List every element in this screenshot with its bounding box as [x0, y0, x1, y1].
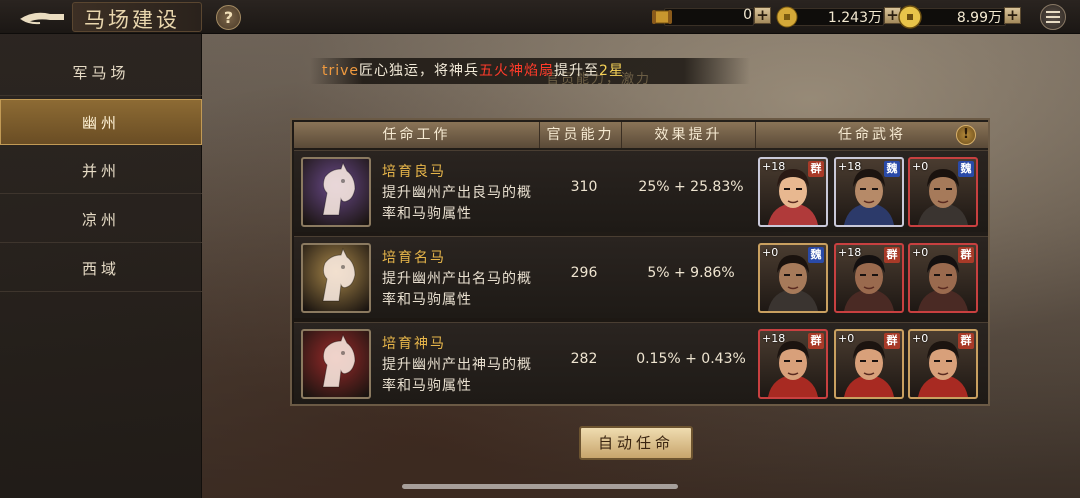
faction-badge: 魏: [808, 247, 824, 263]
region-sidebar: 军马场 幽州 并州 凉州 西域: [0, 34, 202, 498]
menu-icon: [1046, 11, 1060, 23]
task-description: 提升幽州产出神马的概率和马驹属性: [382, 357, 532, 394]
official-ability-value: 296: [570, 265, 598, 281]
table-row: 培育良马提升幽州产出良马的概率和马驹属性 310 25% + 25.83% +18 群: [294, 150, 988, 232]
resource-copper: 1.243万 +: [776, 6, 901, 28]
horse-tile: [301, 157, 371, 227]
general-portrait[interactable]: +0 魏: [758, 243, 828, 313]
official-ability-value: 310: [570, 179, 598, 195]
effect-boost-value: 5% + 9.86%: [647, 265, 735, 281]
table-row: 培育名马提升幽州产出名马的概率和马驹属性 296 5% + 9.86% +0 魏: [294, 236, 988, 318]
horse-tile: [301, 243, 371, 313]
sidebar-item-bingzhou[interactable]: 并州: [0, 148, 202, 194]
gold-amount: 8.99万: [956, 10, 1002, 26]
general-portrait[interactable]: +18 群: [758, 157, 828, 227]
general-level-badge: +0: [762, 246, 779, 259]
back-arrow-icon: [20, 12, 64, 25]
task-name: 培育良马: [382, 164, 446, 180]
task-name: 培育神马: [382, 336, 446, 352]
announcement-text: trive匠心独运，将神兵五火神焰扇提升至2星: [322, 63, 624, 79]
faction-badge: 群: [884, 333, 900, 349]
general-level-badge: +0: [912, 246, 929, 259]
menu-button[interactable]: [1040, 4, 1066, 30]
effect-boost-value: 25% + 25.83%: [638, 179, 744, 195]
sidebar-item-youzhou[interactable]: 幽州: [0, 99, 202, 145]
general-portrait[interactable]: +0 群: [908, 329, 978, 399]
resource-scroll: 0 +: [650, 6, 771, 28]
general-level-badge: +18: [762, 160, 786, 173]
horse-head-icon: [322, 333, 356, 388]
info-warning-icon[interactable]: !: [956, 125, 976, 145]
resource-gold: 8.99万 +: [898, 5, 1022, 29]
faction-badge: 群: [958, 247, 974, 263]
horse-tile: [301, 329, 371, 399]
scroll-amount: 0: [743, 7, 752, 23]
add-scroll-button[interactable]: +: [754, 7, 771, 24]
home-indicator: [402, 484, 678, 489]
faction-badge: 魏: [958, 161, 974, 177]
official-ability-value: 282: [570, 351, 598, 367]
sidebar-item-xiyu[interactable]: 西域: [0, 246, 202, 292]
sidebar-item-army-ranch[interactable]: 军马场: [0, 50, 202, 96]
top-bar: 马场建设 ? 0 + 1.243万 + 8.99万 +: [0, 0, 1080, 34]
horse-head-icon: [322, 247, 356, 302]
auto-appoint-button[interactable]: 自动任命: [579, 426, 693, 460]
table-header: 任命工作 官员能力 效果提升 任命武将 !: [294, 122, 988, 148]
header-task: 任命工作: [294, 122, 540, 148]
help-button[interactable]: ?: [216, 5, 241, 30]
page-title: 马场建设: [84, 8, 180, 32]
general-portrait[interactable]: +0 魏: [908, 157, 978, 227]
announcement-item: 五火神焰扇: [479, 63, 555, 79]
appointment-table: 任命工作 官员能力 效果提升 任命武将 ! 培育良马提升幽州产出良马的概率和马驹…: [290, 118, 990, 406]
general-level-badge: +18: [838, 160, 862, 173]
scroll-icon: [652, 10, 672, 24]
general-level-badge: +18: [838, 246, 862, 259]
faction-badge: 群: [808, 161, 824, 177]
header-ability: 官员能力: [540, 122, 622, 148]
announcement-player: trive: [322, 63, 360, 79]
general-portrait[interactable]: +18 魏: [834, 157, 904, 227]
back-button[interactable]: [14, 4, 70, 30]
task-description: 提升幽州产出良马的概率和马驹属性: [382, 185, 532, 222]
effect-boost-value: 0.15% + 0.43%: [636, 351, 746, 367]
header-effect: 效果提升: [622, 122, 756, 148]
general-level-badge: +0: [912, 332, 929, 345]
faction-badge: 群: [884, 247, 900, 263]
faction-badge: 群: [958, 333, 974, 349]
task-name: 培育名马: [382, 250, 446, 266]
header-generals: 任命武将: [838, 127, 906, 143]
faction-badge: 群: [808, 333, 824, 349]
general-portrait[interactable]: +0 群: [908, 243, 978, 313]
faction-badge: 魏: [884, 161, 900, 177]
table-row: 培育神马提升幽州产出神马的概率和马驹属性 282 0.15% + 0.43% +18…: [294, 322, 988, 404]
copper-coin-icon: [776, 6, 798, 28]
general-portrait[interactable]: +18 群: [758, 329, 828, 399]
sidebar-item-liangzhou[interactable]: 凉州: [0, 197, 202, 243]
general-level-badge: +18: [762, 332, 786, 345]
task-description: 提升幽州产出名马的概率和马驹属性: [382, 271, 532, 308]
general-portrait[interactable]: +18 群: [834, 243, 904, 313]
add-gold-button[interactable]: +: [1004, 7, 1021, 24]
general-level-badge: +0: [838, 332, 855, 345]
general-level-badge: +0: [912, 160, 929, 173]
general-portrait[interactable]: +0 群: [834, 329, 904, 399]
gold-coin-icon: [898, 5, 922, 29]
copper-amount: 1.243万: [827, 10, 882, 26]
horse-head-icon: [322, 161, 356, 216]
